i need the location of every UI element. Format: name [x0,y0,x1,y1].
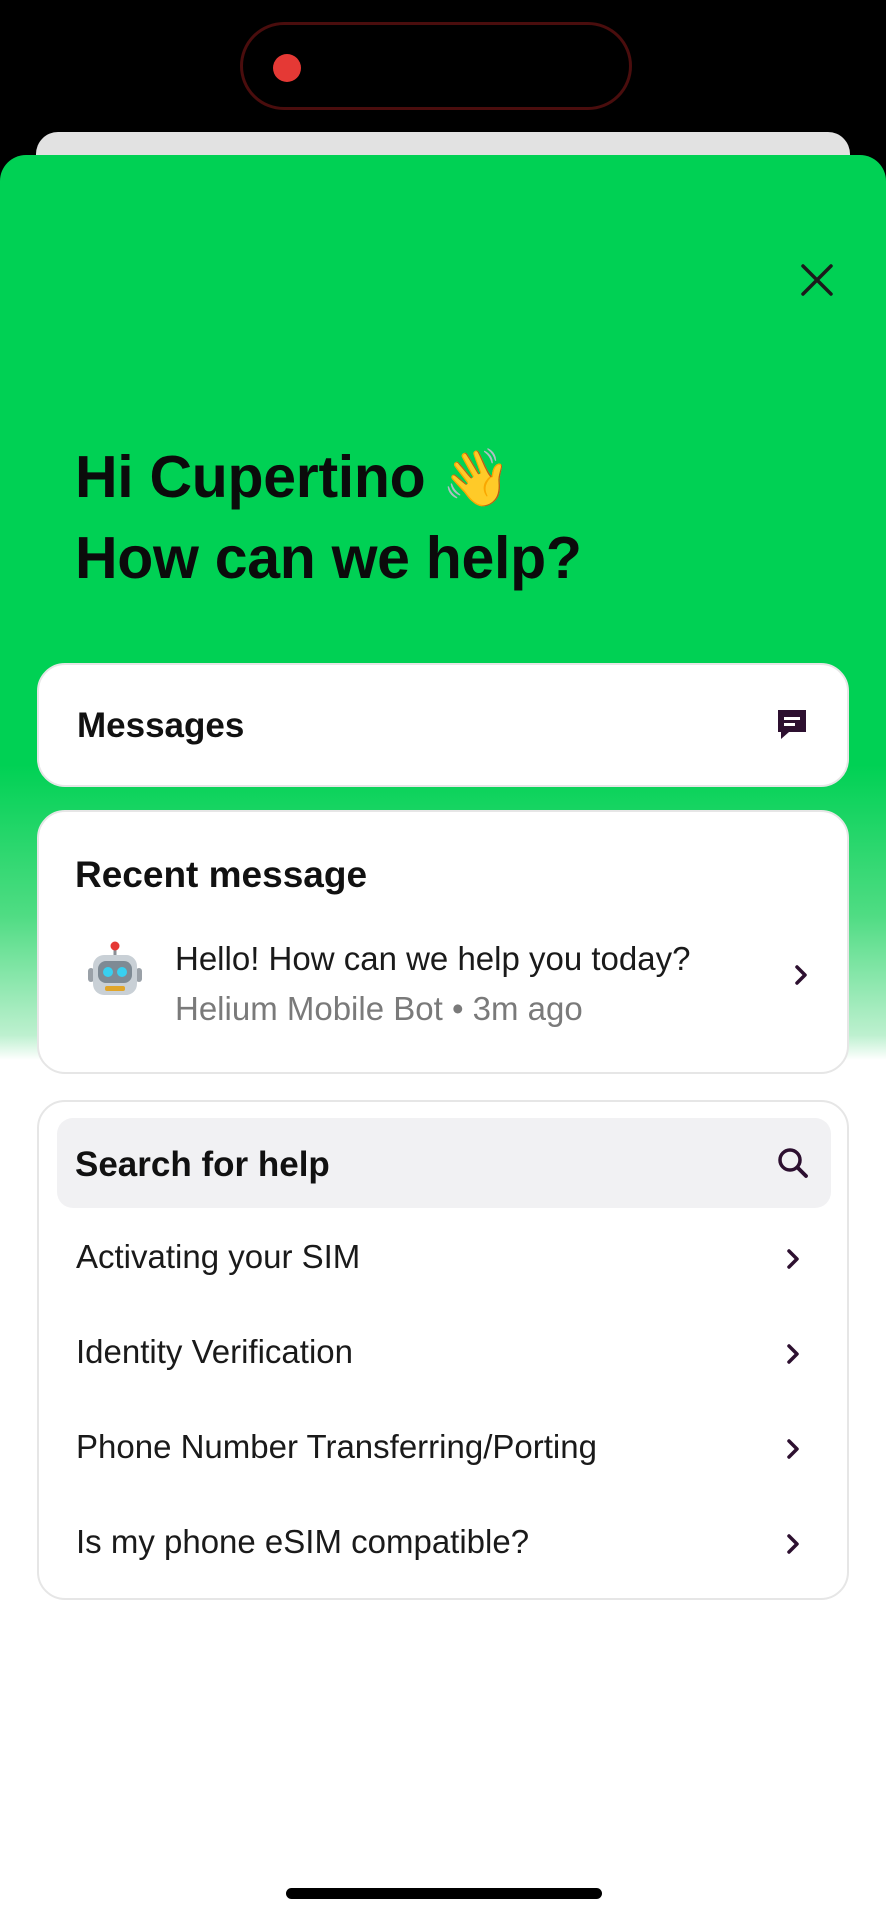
close-icon [801,264,833,296]
message-icon [778,710,806,739]
dynamic-island [240,22,632,110]
recent-message-title: Recent message [75,854,368,895]
messages-button[interactable]: Messages [37,663,849,787]
help-item-number-porting[interactable]: Phone Number Transferring/Porting [39,1402,847,1496]
help-item-label: Is my phone eSIM compatible? [76,1523,530,1560]
chevron-right-icon [787,1534,799,1554]
phone-screen: Hi Cupertino 👋 How can we help? Messages… [0,0,886,1920]
waving-hand-icon: 👋 [441,446,511,509]
chevron-right-icon [787,1439,799,1459]
home-indicator[interactable] [286,1888,602,1899]
recent-message-meta: Helium Mobile Bot • 3m ago [175,990,583,1027]
close-button[interactable] [790,253,844,307]
search-icon [778,1148,808,1178]
help-item-identity-verification[interactable]: Identity Verification [39,1307,847,1401]
search-for-help-button[interactable]: Search for help [57,1118,831,1208]
search-label: Search for help [75,1145,330,1184]
help-item-label: Identity Verification [76,1333,353,1370]
recording-indicator-icon [273,54,301,82]
messages-label: Messages [77,706,245,745]
greeting-heading: Hi Cupertino 👋 How can we help? [75,437,582,598]
help-card: Search for help Activating your SIM Iden… [37,1100,849,1600]
help-item-label: Phone Number Transferring/Porting [76,1428,597,1465]
robot-avatar-icon [88,941,142,995]
greeting-line-2: How can we help? [75,525,582,591]
greeting-line-1: Hi Cupertino [75,444,426,510]
help-item-activating-sim[interactable]: Activating your SIM [39,1212,847,1306]
help-item-label: Activating your SIM [76,1238,361,1275]
recent-message-row[interactable]: Hello! How can we help you today? Helium… [39,930,847,1040]
recent-message-text: Hello! How can we help you today? [175,940,691,977]
chevron-right-icon [795,965,807,985]
chevron-right-icon [787,1249,799,1269]
recent-message-card: Recent message Hello! How can we help yo… [37,810,849,1074]
help-sheet: Hi Cupertino 👋 How can we help? Messages… [0,155,886,1920]
help-item-esim-compatible[interactable]: Is my phone eSIM compatible? [39,1497,847,1591]
chevron-right-icon [787,1344,799,1364]
